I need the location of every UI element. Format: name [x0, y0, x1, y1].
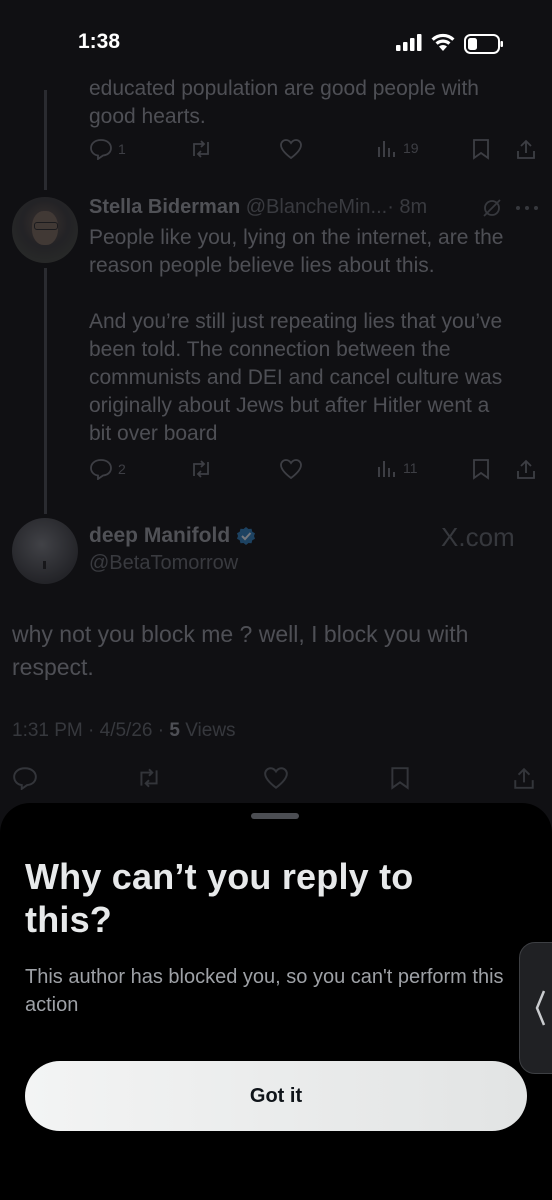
bookmark-icon [391, 767, 409, 790]
reply-icon [13, 767, 37, 790]
retweet-icon [193, 460, 209, 478]
thread-line [44, 268, 47, 514]
bottom-sheet: Why can’t you reply to this? This author… [0, 803, 552, 1200]
battery-icon [464, 34, 503, 54]
views-count: 5 [169, 720, 180, 741]
avatar-figure [43, 561, 46, 569]
chevron-left-icon [535, 990, 546, 1026]
bookmark-button[interactable] [389, 766, 411, 790]
verified-badge-icon [237, 527, 256, 545]
share-button[interactable] [512, 766, 536, 790]
avatar-glasses [34, 222, 58, 230]
wifi-icon [431, 33, 455, 51]
xcom-watermark: X.com [441, 522, 515, 552]
tweet-timestamp: 1:31 PM · 4/5/26 · [12, 720, 170, 741]
like-button[interactable] [263, 766, 289, 790]
share-icon [517, 459, 535, 479]
thread-line [44, 90, 47, 190]
author-handle[interactable]: @BlancheMin... [246, 196, 387, 218]
share-icon [517, 139, 535, 159]
like-button[interactable] [279, 458, 303, 480]
main-tweet-text: why not you block me ? well, I block you… [12, 621, 469, 680]
sheet-body: This author has blocked you, so you can'… [25, 966, 504, 1016]
status-bar: 1:38 [0, 0, 552, 90]
reply-tweet-header: Stella Biderman @BlancheMin...· 8m [89, 193, 427, 221]
retweet-icon [140, 768, 158, 788]
got-it-button[interactable]: Got it [25, 1061, 527, 1131]
tweet-metadata: 1:31 PM · 4/5/26 · 5 Views [12, 720, 236, 742]
main-tweet-author: deep Manifold @BetaTomorrow [89, 524, 256, 575]
tweet-thread: educated population are good people with… [0, 0, 552, 820]
share-button[interactable] [515, 458, 537, 480]
cellular-signal-icon [396, 34, 422, 51]
retweet-button[interactable] [136, 766, 162, 790]
reply-button[interactable]: 2 [89, 458, 126, 480]
like-icon [280, 459, 302, 480]
reply-button[interactable] [12, 766, 38, 790]
bookmark-button[interactable] [471, 458, 491, 480]
views-icon [378, 461, 395, 477]
like-icon [280, 139, 302, 160]
grok-icon[interactable] [481, 197, 503, 219]
views-button[interactable]: 11 [376, 458, 418, 478]
bookmark-icon [473, 139, 489, 160]
tweet-time: · 8m [387, 196, 428, 218]
main-tweet-actions [12, 766, 542, 796]
avatar[interactable] [12, 518, 78, 584]
reply-icon [90, 139, 112, 160]
author-handle[interactable]: @BetaTomorrow [89, 552, 256, 575]
like-icon [264, 767, 288, 789]
bookmark-icon [473, 459, 489, 480]
more-icon[interactable] [515, 204, 539, 212]
reply-tweet-text: People like you, lying on the internet, … [89, 226, 504, 445]
status-time: 1:38 [78, 30, 121, 53]
side-panel-tab[interactable] [519, 942, 552, 1074]
share-icon [514, 767, 534, 789]
retweet-button[interactable] [189, 138, 213, 160]
retweet-icon [193, 140, 209, 158]
reply-button[interactable]: 1 [89, 138, 126, 160]
views-button[interactable]: 19 [376, 138, 419, 158]
author-name[interactable]: Stella Biderman [89, 196, 240, 218]
reply-icon [90, 459, 112, 480]
sheet-title: Why can’t you reply to this? [25, 856, 414, 940]
views-label[interactable]: Views [185, 720, 235, 741]
like-button[interactable] [279, 138, 303, 160]
reply-tweet-actions: 2 11 [89, 458, 539, 488]
retweet-button[interactable] [189, 458, 213, 480]
avatar[interactable] [12, 197, 78, 263]
views-icon [378, 141, 395, 157]
previous-tweet-actions: 1 19 [89, 138, 539, 168]
share-button[interactable] [515, 138, 537, 160]
author-name[interactable]: deep Manifold [89, 524, 230, 548]
sheet-grabber[interactable] [251, 813, 299, 819]
bookmark-button[interactable] [471, 138, 491, 160]
